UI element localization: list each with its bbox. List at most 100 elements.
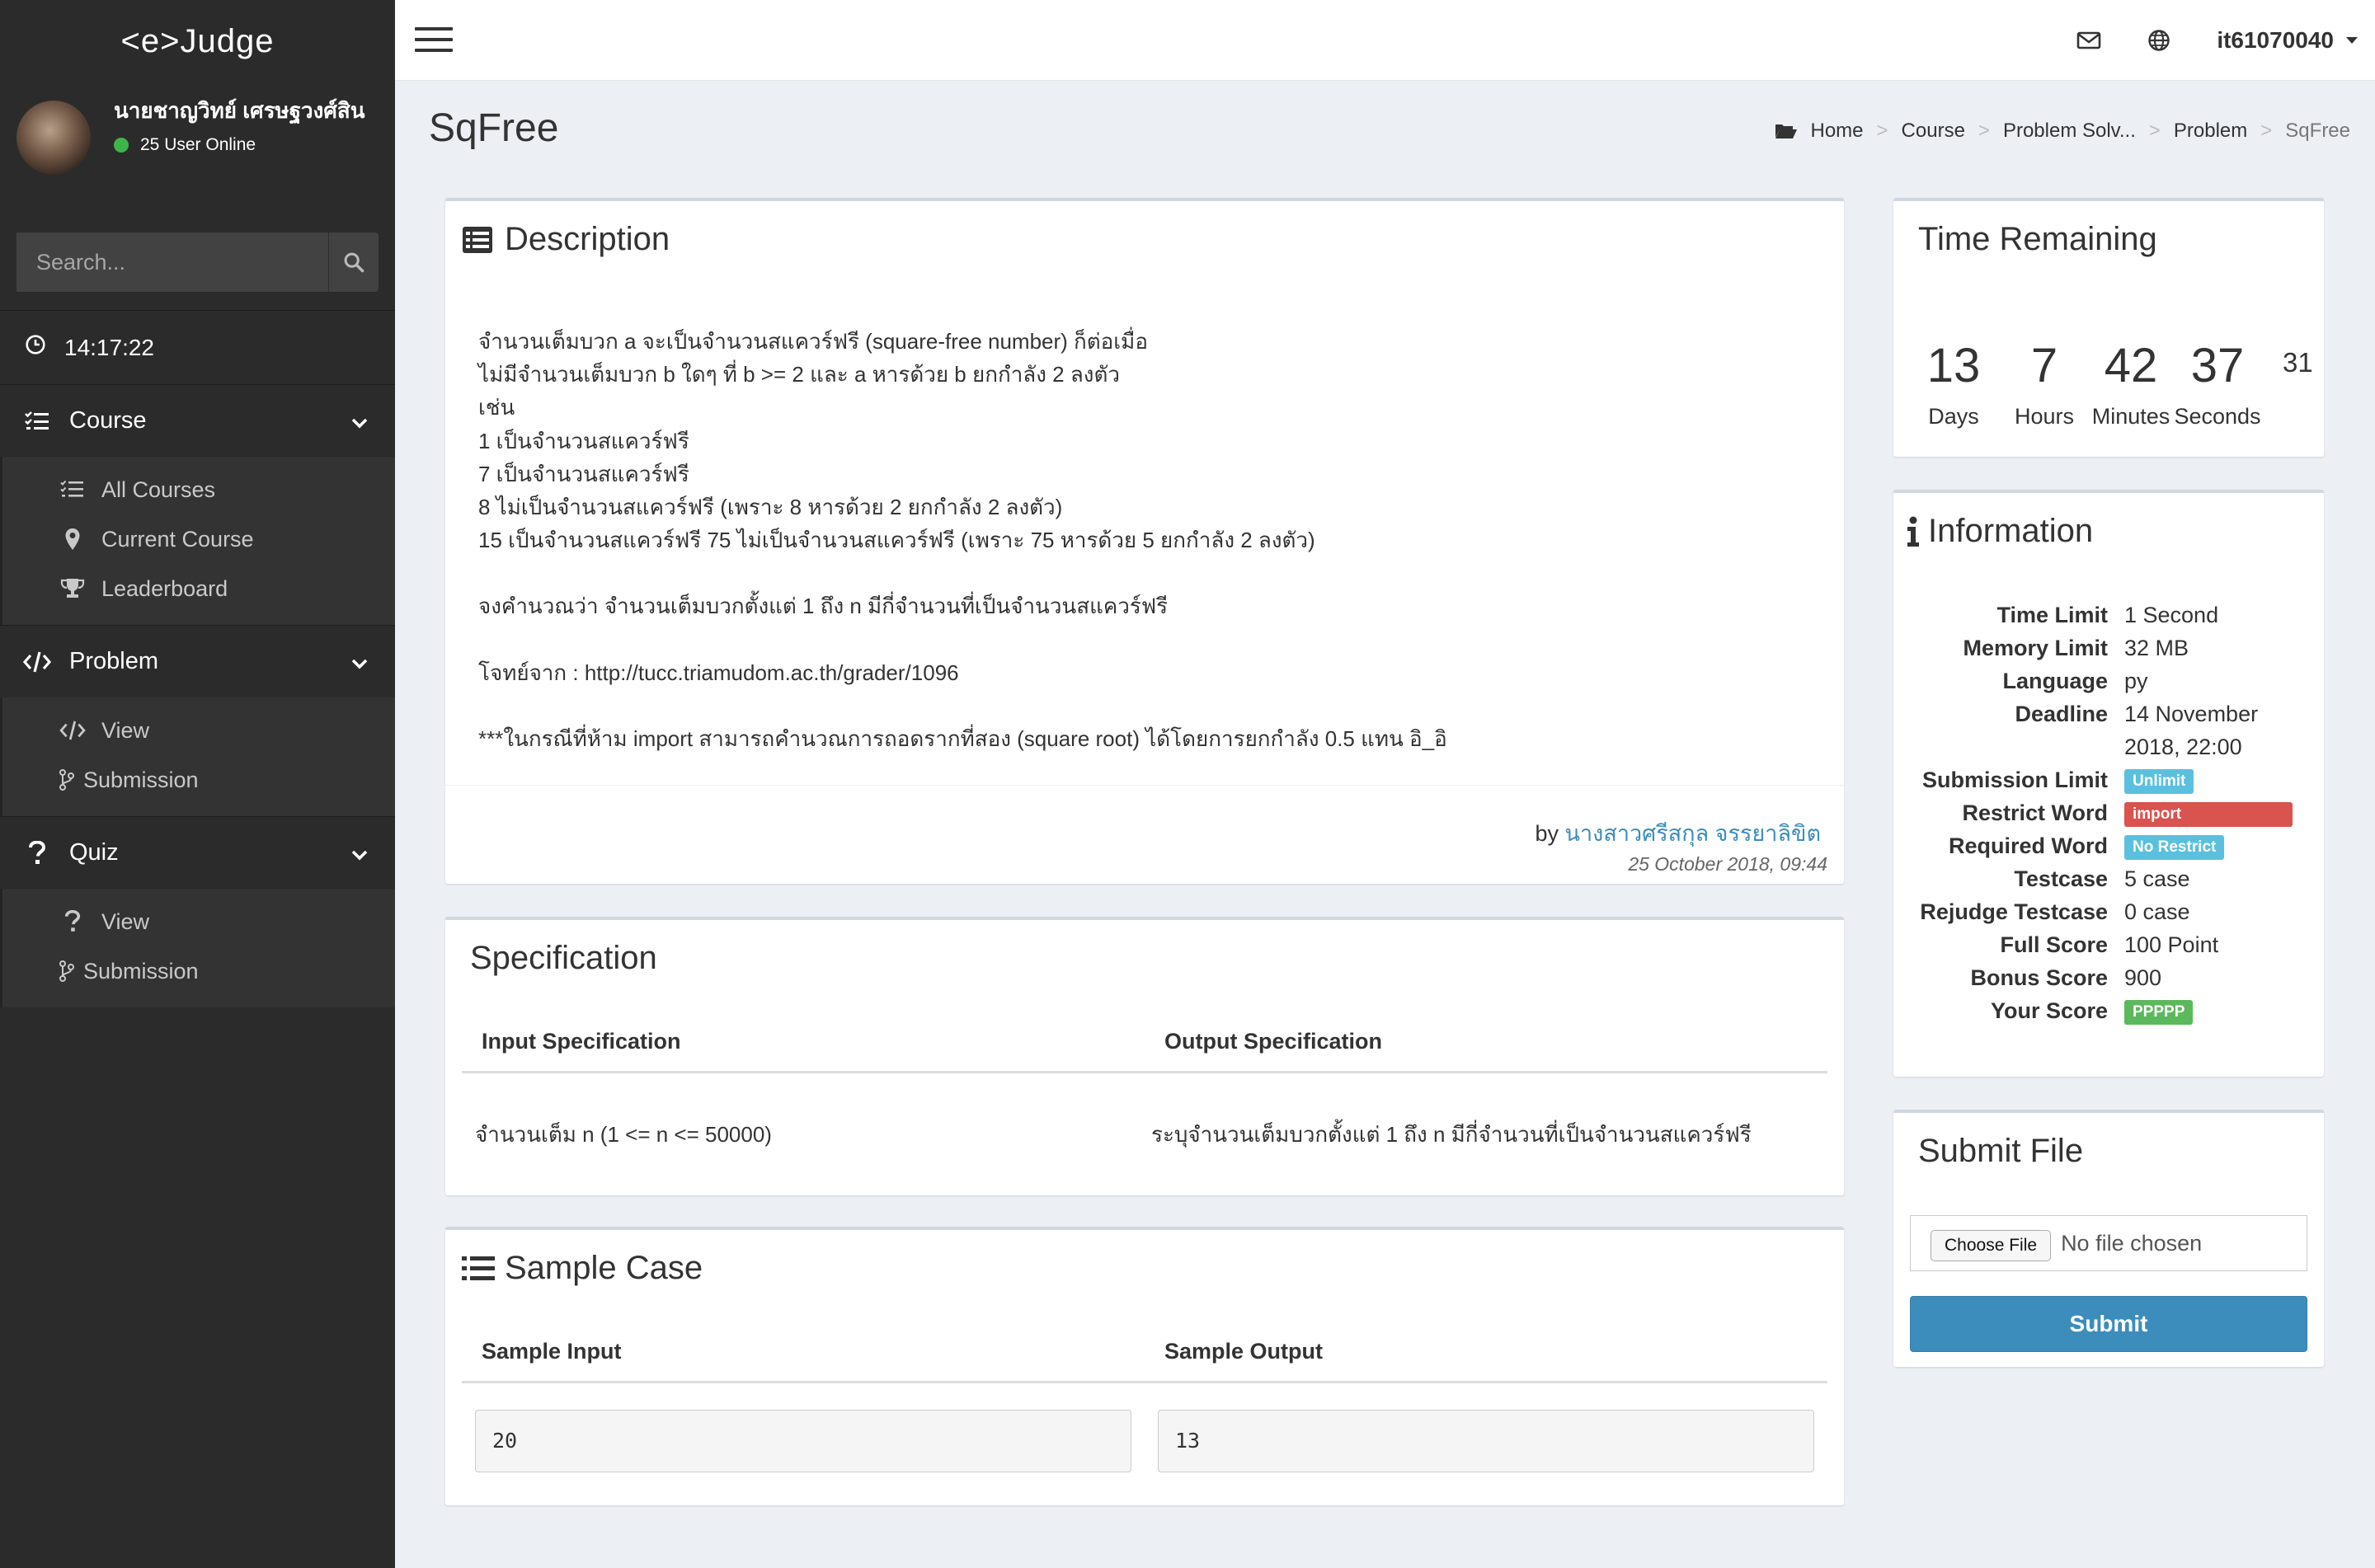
- info-key: Required Word: [1948, 833, 2108, 858]
- description-line: ไม่มีจำนวนเต็มบวก b ใดๆ ที่ b >= 2 และ a…: [478, 362, 1120, 387]
- description-line: ***ในกรณีที่ห้าม import สามารถคำนวณการถอ…: [478, 725, 1447, 751]
- your-score-badge: PPPPP: [2124, 999, 2194, 1025]
- time-remaining-title: Time Remaining: [1918, 221, 2157, 257]
- required-word-badge: No Restrict: [2124, 834, 2225, 860]
- globe-icon[interactable]: [2147, 29, 2170, 52]
- countdown-hours: 7 Hours: [1999, 340, 2090, 430]
- file-input[interactable]: Choose File No file chosen: [1910, 1215, 2307, 1271]
- hours-value: 7: [2030, 339, 2058, 392]
- info-value: No Restrict: [2124, 829, 2324, 862]
- sample-output[interactable]: 13: [1158, 1410, 1814, 1472]
- specification-header: Input Specification Output Specification: [462, 1029, 1827, 1073]
- sidebar-menu-problem-label: Problem: [69, 648, 158, 674]
- sidebar-item-quiz-view[interactable]: View: [2, 897, 395, 946]
- sidebar-item-label: View: [101, 908, 150, 934]
- sample-case-title-text: Sample Case: [505, 1250, 703, 1286]
- sidebar-menu-quiz-label: Quiz: [69, 839, 119, 866]
- info-key: Testcase: [2014, 866, 2108, 891]
- sample-input[interactable]: 20: [475, 1410, 1131, 1472]
- output-spec-value: ระบุจำนวนเต็มบวกตั้งแต่ 1 ถึง n มีกี่จำน…: [1151, 1122, 1752, 1147]
- breadcrumb-separator: >: [2260, 120, 2273, 142]
- code-icon: [23, 651, 51, 673]
- specification-row: จำนวนเต็ม n (1 <= n <= 50000) ระบุจำนวนเ…: [462, 1118, 1827, 1152]
- question-icon: [59, 910, 87, 933]
- description-line: จงคำนวณว่า จำนวนเต็มบวกตั้งแต่ 1 ถึง n ม…: [478, 594, 1169, 619]
- info-row-deadline: Deadline 14 November 2018, 22:00: [1893, 697, 2324, 763]
- restrict-word-badge: import: [2124, 801, 2293, 827]
- specification-box: Specification Input Specification Output…: [445, 917, 1844, 1195]
- user-name: นายชาญวิทย์ เศรษฐวงศ์สิน: [114, 98, 365, 123]
- breadcrumb-home[interactable]: Home: [1811, 120, 1864, 143]
- code-icon: [59, 721, 87, 740]
- days-value: 13: [1926, 339, 1981, 392]
- sidebar-item-current-course[interactable]: Current Course: [2, 514, 395, 564]
- info-key: Full Score: [2000, 932, 2108, 957]
- user-panel: นายชาญวิทย์ เศรษฐวงศ์สิน 25 User Online: [0, 82, 395, 208]
- breadcrumb-problem[interactable]: Problem: [2174, 120, 2247, 143]
- description-line: 7 เป็นจำนวนสแควร์ฟรี: [478, 461, 689, 486]
- sidebar-menu-quiz[interactable]: Quiz: [0, 816, 395, 889]
- sidebar-item-label: Submission: [83, 767, 199, 792]
- info-row-required-word: Required Word No Restrict: [1893, 829, 2324, 862]
- sample-case-box: Sample Case Sample Input Sample Output 2…: [445, 1227, 1844, 1505]
- app-logo[interactable]: <e>Judge: [0, 0, 395, 82]
- user-menu[interactable]: it61070040: [2217, 27, 2359, 54]
- submit-file-box: Submit File Choose File No file chosen S…: [1893, 1110, 2324, 1367]
- sidebar-menu-problem[interactable]: Problem: [0, 625, 395, 697]
- topbar-actions: it61070040: [2076, 0, 2359, 81]
- info-value: 32 MB: [2124, 636, 2189, 660]
- breadcrumb-separator: >: [1876, 120, 1888, 142]
- information-table: Time Limit 1 Second Memory Limit 32 MB Lan…: [1893, 599, 2324, 1027]
- sidebar-item-quiz-submission[interactable]: Submission: [2, 946, 395, 996]
- info-value: 5 case: [2124, 866, 2190, 891]
- description-footer: by นางสาวศรีสกุล จรรยาลิขิต 25 October 2…: [445, 785, 1844, 884]
- breadcrumb-course[interactable]: Course: [1902, 120, 1965, 143]
- submit-button[interactable]: Submit: [1910, 1296, 2307, 1352]
- minutes-value: 42: [2104, 339, 2158, 392]
- sidebar-item-leaderboard[interactable]: Leaderboard: [2, 564, 395, 613]
- sidebar-item-label: Current Course: [101, 526, 254, 552]
- author-prefix: by: [1535, 821, 1559, 846]
- countdown-minutes: 42 Minutes: [2090, 340, 2172, 430]
- page-title: SqFree: [429, 106, 559, 150]
- info-key: Your Score: [1990, 998, 2108, 1023]
- description-title: Description: [462, 221, 670, 258]
- tasks-icon: [23, 411, 51, 432]
- search-button[interactable]: [328, 232, 379, 292]
- author-link[interactable]: นางสาวศรีสกุล จรรยาลิขิต: [1565, 821, 1821, 846]
- breadcrumb-problem-solving[interactable]: Problem Solv...: [2003, 120, 2136, 143]
- info-value: 900: [2124, 965, 2162, 990]
- seconds-value: 37: [2190, 339, 2245, 392]
- description-title-text: Description: [505, 221, 670, 257]
- description-line: โจทย์จาก : http://tucc.triamudom.ac.th/g…: [478, 660, 959, 685]
- sidebar-item-problem-view[interactable]: View: [2, 706, 395, 755]
- deadline-date: 14 November: [2124, 702, 2259, 726]
- hours-label: Hours: [2014, 404, 2075, 429]
- choose-file-button[interactable]: Choose File: [1931, 1230, 2052, 1261]
- sample-output-header: Sample Output: [1164, 1339, 1324, 1364]
- info-row-restrict-word: Restrict Word import: [1893, 796, 2324, 829]
- sample-case-title: Sample Case: [462, 1250, 703, 1287]
- search-input[interactable]: [16, 232, 328, 292]
- description-line: 8 ไม่เป็นจำนวนสแควร์ฟรี (เพราะ 8 หารด้วย…: [478, 495, 1063, 520]
- sidebar-item-label: All Courses: [101, 477, 216, 502]
- avatar: [16, 101, 91, 175]
- sidebar-item-all-courses[interactable]: All Courses: [2, 465, 395, 514]
- sidebar-menu-course-label: Course: [69, 407, 147, 434]
- breadcrumb: Home > Course > Problem Solv... > Proble…: [1775, 120, 2350, 143]
- mail-icon[interactable]: [2076, 31, 2101, 50]
- search-icon: [344, 252, 364, 273]
- caret-down-icon: [2346, 37, 2358, 44]
- sample-input-header: Sample Input: [482, 1339, 622, 1364]
- sidebar-item-problem-submission[interactable]: Submission: [2, 755, 395, 805]
- info-value: 100 Point: [2124, 932, 2219, 957]
- folder-open-icon: [1775, 124, 1797, 138]
- info-row-memory-limit: Memory Limit 32 MB: [1893, 631, 2324, 664]
- info-row-submission-limit: Submission Limit Unlimit: [1893, 763, 2324, 796]
- sidebar-toggle-icon[interactable]: [415, 27, 453, 59]
- sidebar-menu-course[interactable]: Course: [0, 384, 395, 457]
- countdown: 13 Days 7 Hours 42 Minutes 37 Seconds 31: [1916, 340, 2313, 430]
- map-marker-icon: [59, 528, 87, 551]
- info-value: 1 Second: [2124, 603, 2219, 627]
- info-key: Memory Limit: [1963, 636, 2108, 660]
